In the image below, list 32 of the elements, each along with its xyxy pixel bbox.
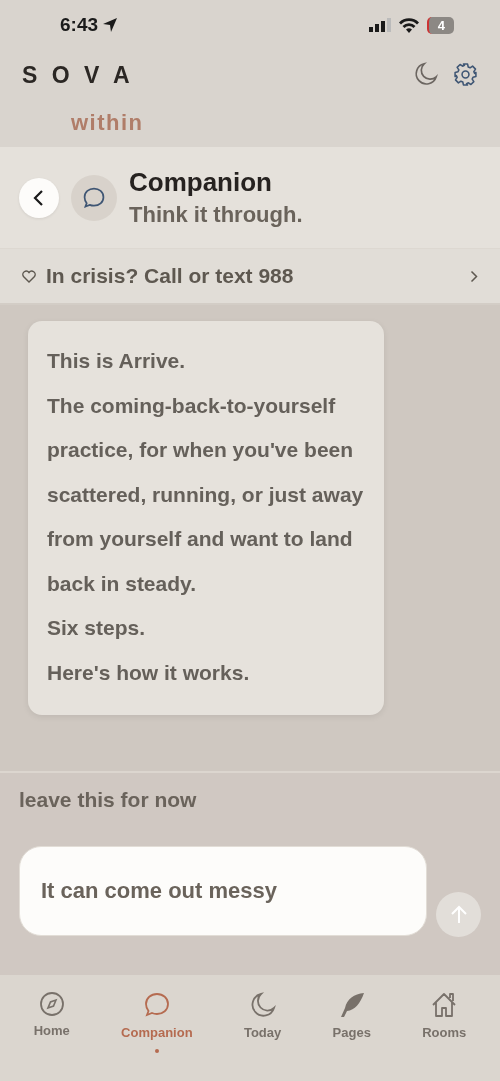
screen-title: Companion bbox=[129, 167, 273, 198]
leave-link[interactable]: leave this for now bbox=[19, 788, 197, 812]
message-text: This is Arrive. bbox=[47, 348, 187, 374]
back-button[interactable] bbox=[19, 177, 59, 218]
app-logo: S O V A bbox=[22, 62, 135, 90]
arrow-up-icon bbox=[449, 904, 468, 925]
app-tagline: within bbox=[70, 109, 145, 137]
wifi-icon bbox=[398, 17, 419, 33]
message-input[interactable]: It can come out messy bbox=[19, 846, 427, 936]
location-arrow-icon bbox=[101, 16, 120, 34]
tab[interactable]: Companion bbox=[117, 989, 197, 1051]
screen-subtitle: Think it through. bbox=[129, 202, 303, 228]
heart-icon bbox=[22, 269, 36, 283]
crisis-banner[interactable]: In crisis? Call or text 988 bbox=[0, 249, 500, 305]
companion-avatar bbox=[71, 174, 117, 221]
tab[interactable]: Today bbox=[239, 989, 286, 1051]
chat-bubble-icon bbox=[142, 991, 171, 1019]
message-text: Six steps. bbox=[47, 615, 147, 641]
battery-level: 4 bbox=[426, 16, 454, 34]
tab[interactable]: Pages bbox=[328, 989, 375, 1051]
settings-icon[interactable] bbox=[453, 61, 478, 87]
chevron-right-icon bbox=[470, 269, 478, 283]
message-text: The coming-back-to-yourself practice, for when you've been scattered, running, or just away from yourself and want to land back in steady. bbox=[47, 392, 365, 597]
moon-icon[interactable] bbox=[413, 61, 439, 87]
tab[interactable]: Home bbox=[29, 989, 74, 1051]
tab[interactable]: Rooms bbox=[418, 989, 471, 1051]
compass-icon bbox=[38, 991, 65, 1017]
selected-dot bbox=[154, 1049, 159, 1053]
clock-time: 6:43 bbox=[60, 14, 99, 36]
signal-icon bbox=[368, 18, 391, 32]
message-text: Here's how it works. bbox=[47, 659, 251, 686]
crisis-text: In crisis? Call or text 988 bbox=[46, 264, 295, 288]
